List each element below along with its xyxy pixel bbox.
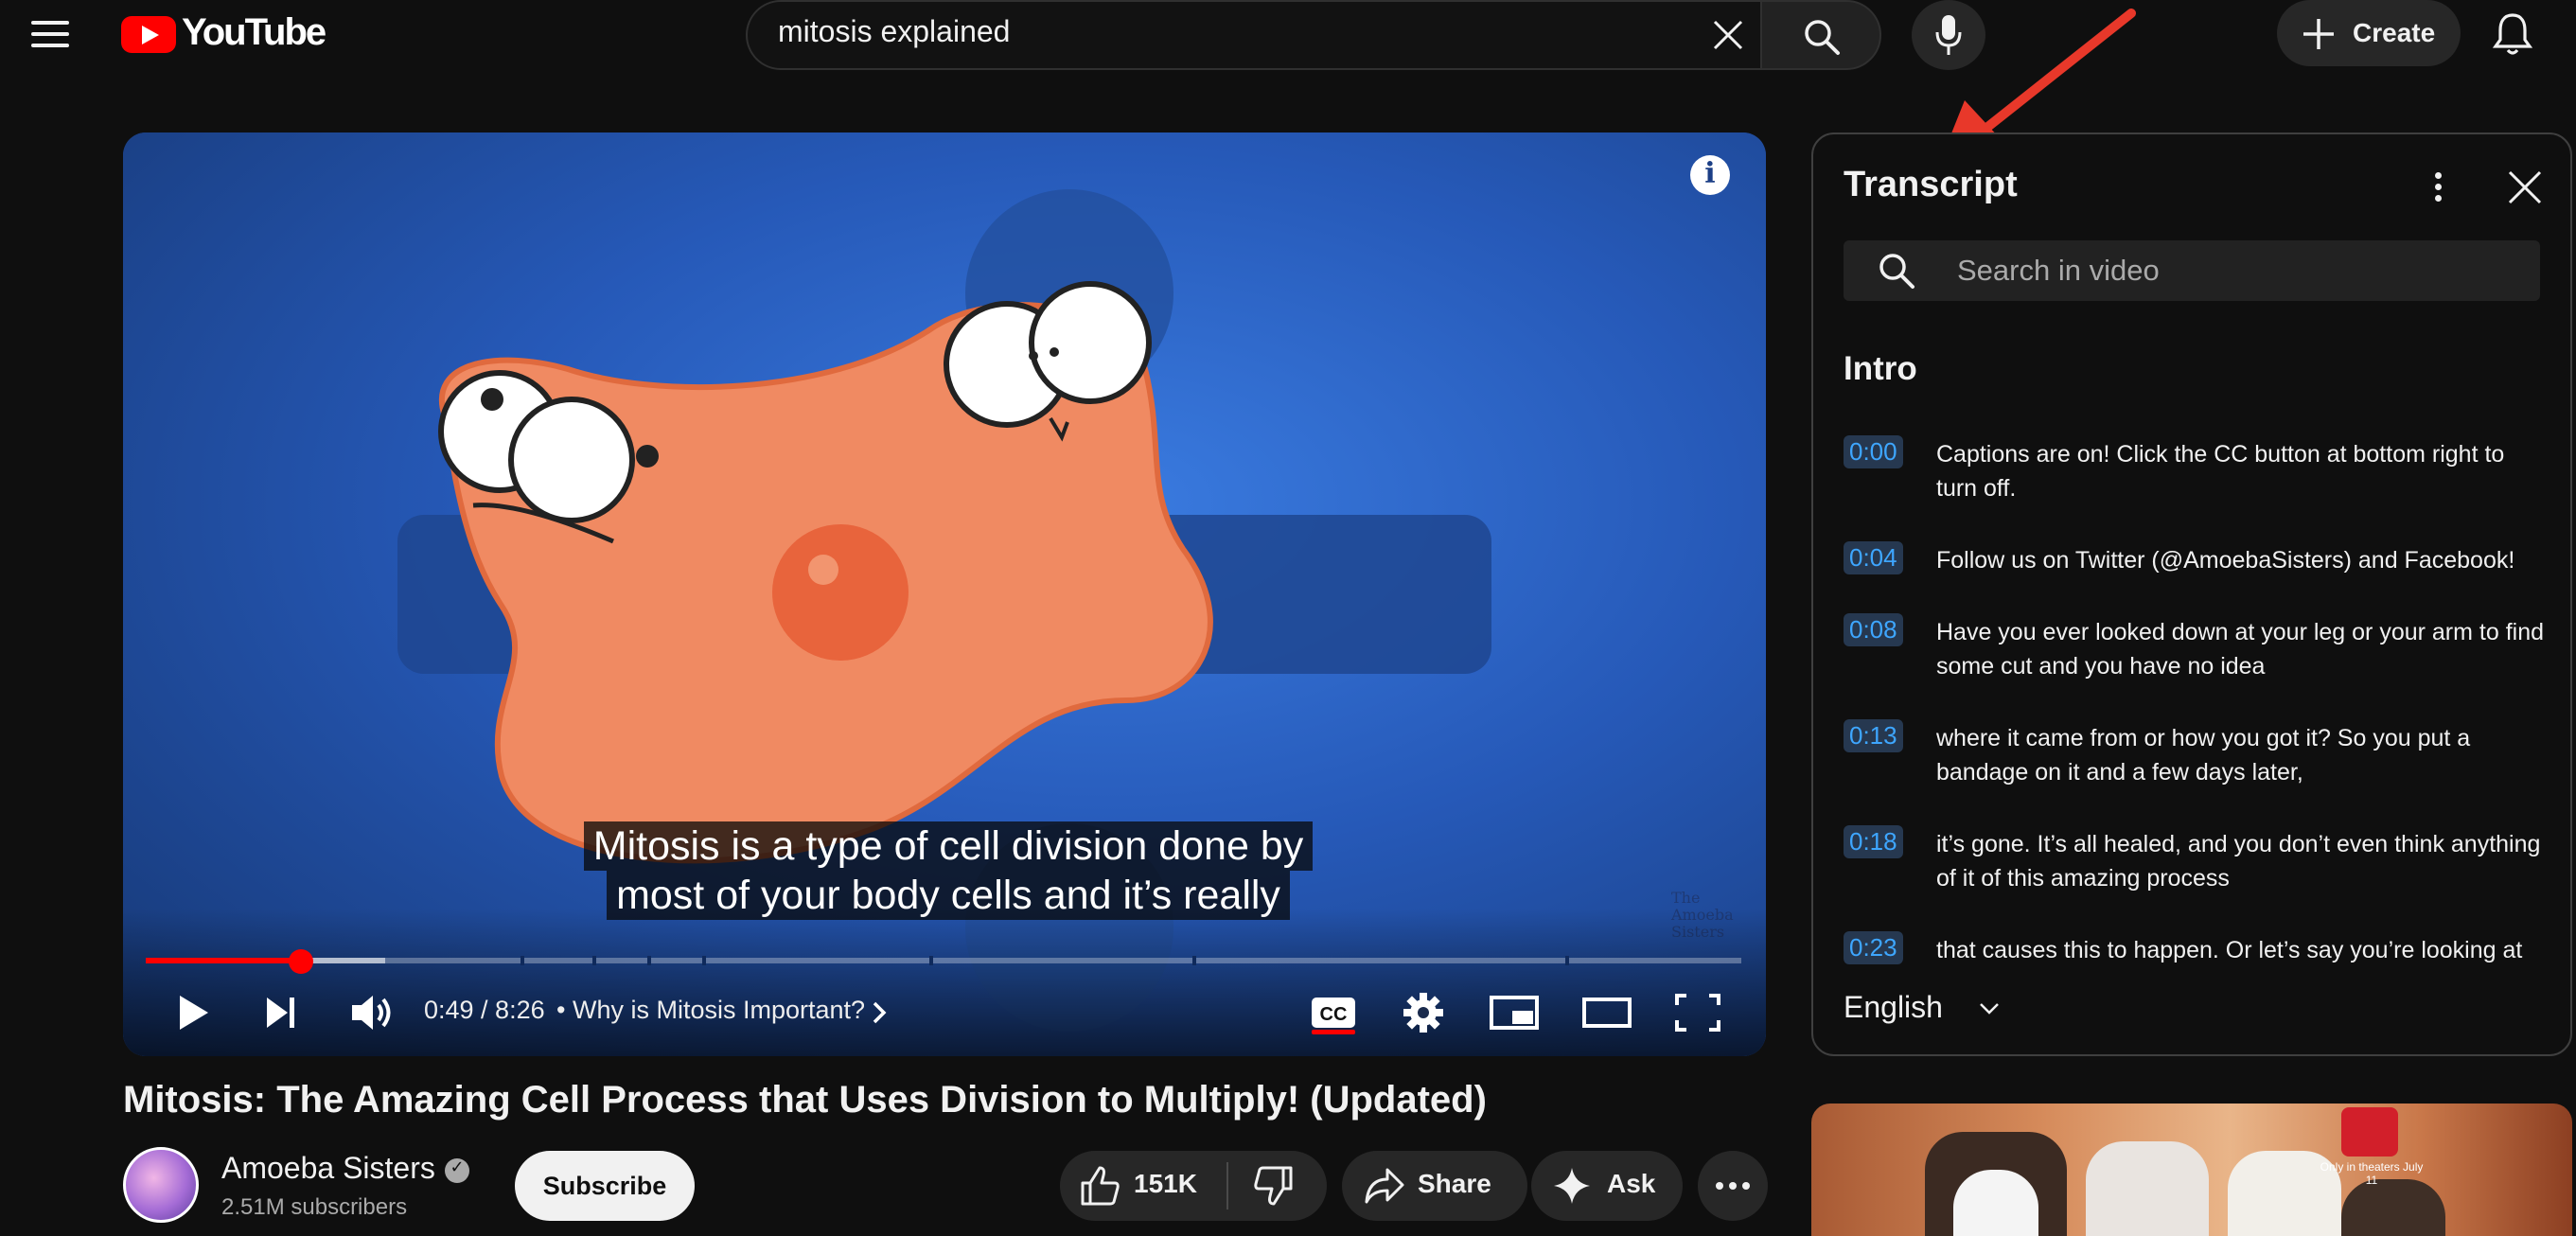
- transcript-search-input[interactable]: [1844, 240, 2540, 301]
- miniplayer-icon: [1490, 996, 1539, 1030]
- thumbnail-figure: [1953, 1170, 2038, 1236]
- next-icon: [267, 998, 294, 1028]
- chapter-marker: [592, 956, 596, 965]
- superman-logo-icon: [2341, 1107, 2398, 1157]
- close-icon[interactable]: [2506, 168, 2544, 206]
- miniplayer-button[interactable]: [1486, 984, 1543, 1041]
- svg-text:CC: CC: [1320, 1004, 1348, 1025]
- segment-timestamp[interactable]: 0:04: [1844, 541, 1903, 574]
- channel-name[interactable]: Amoeba Sisters: [221, 1151, 435, 1186]
- share-icon: [1365, 1168, 1404, 1204]
- segment-timestamp[interactable]: 0:08: [1844, 613, 1903, 646]
- volume-icon: [352, 996, 391, 1030]
- play-button[interactable]: [170, 984, 218, 1041]
- video-player[interactable]: Mitosis is a type of cell division done …: [123, 132, 1766, 1056]
- thumbnail-figure: [2341, 1179, 2445, 1236]
- settings-button[interactable]: [1397, 984, 1450, 1041]
- next-button[interactable]: [257, 984, 305, 1041]
- youtube-logo-icon[interactable]: [121, 16, 176, 53]
- segment-text: Captions are on! Click the CC button at …: [1936, 441, 2505, 502]
- thumbnail-figure: [2086, 1141, 2209, 1236]
- transcript-segment-list[interactable]: 0:00 Captions are on! Click the CC butto…: [1844, 435, 2551, 965]
- segment-text: it’s gone. It’s all healed, and you don’…: [1936, 831, 2541, 892]
- youtube-logo-text[interactable]: YouTube: [182, 11, 326, 54]
- create-button-label: Create: [2353, 18, 2436, 47]
- panel-title: Transcript: [1844, 165, 2018, 204]
- subscribe-button[interactable]: Subscribe: [515, 1151, 695, 1221]
- verified-badge-icon: [445, 1157, 469, 1183]
- thumbs-down-icon[interactable]: [1251, 1164, 1295, 1208]
- segment-timestamp[interactable]: 0:23: [1844, 931, 1903, 964]
- segment-text: Have you ever looked down at your leg or…: [1936, 619, 2545, 680]
- chevron-right-icon[interactable]: [869, 984, 891, 1041]
- search-icon: [1805, 20, 1840, 55]
- chapter-marker: [520, 956, 524, 965]
- thumbs-up-icon[interactable]: [1079, 1164, 1122, 1208]
- fullscreen-button[interactable]: [1669, 984, 1726, 1041]
- search-button[interactable]: [1760, 0, 1881, 70]
- segment-timestamp[interactable]: 0:13: [1844, 719, 1903, 752]
- chapter-marker: [929, 956, 933, 965]
- like-divider: [1226, 1162, 1228, 1210]
- segment-timestamp[interactable]: 0:18: [1844, 825, 1903, 858]
- chapter-marker: [1192, 956, 1196, 965]
- plus-icon: [2300, 15, 2338, 53]
- video-title: Mitosis: The Amazing Cell Process that U…: [123, 1079, 1487, 1121]
- like-count[interactable]: 151K: [1134, 1169, 1197, 1199]
- theater-mode-button[interactable]: [1579, 984, 1635, 1041]
- segment-text: where it came from or how you got it? So…: [1936, 725, 2471, 786]
- fullscreen-icon: [1675, 994, 1720, 1032]
- sparkle-icon: [1554, 1168, 1590, 1204]
- menu-icon[interactable]: [31, 19, 71, 49]
- top-bar: YouTube mitosis explained Create: [0, 0, 2576, 76]
- close-icon[interactable]: [1709, 16, 1747, 54]
- play-icon: [180, 996, 208, 1030]
- subscriber-count: 2.51M subscribers: [221, 1194, 408, 1220]
- scrubber-handle[interactable]: [288, 949, 313, 974]
- chapter-marker: [702, 956, 706, 965]
- chapter-heading: Intro: [1844, 350, 1917, 387]
- mute-button[interactable]: [346, 984, 397, 1041]
- progress-played: [146, 958, 301, 963]
- search-icon: [1878, 252, 1915, 290]
- cc-active-indicator: [1312, 1030, 1355, 1034]
- ask-label: Ask: [1607, 1169, 1656, 1198]
- gear-icon: [1403, 993, 1443, 1033]
- chapter-title[interactable]: • Why is Mitosis Important?: [556, 996, 865, 1025]
- segment-timestamp[interactable]: 0:00: [1844, 435, 1903, 468]
- chapter-marker: [1565, 956, 1569, 965]
- recommended-video-thumbnail[interactable]: [1811, 1104, 2572, 1236]
- avatar[interactable]: [123, 1147, 199, 1223]
- language-select[interactable]: English: [1844, 990, 1943, 1025]
- theater-icon: [1582, 998, 1632, 1028]
- time-display: 0:49 / 8:26: [424, 996, 545, 1024]
- closed-captions: Mitosis is a type of cell division done …: [573, 821, 1323, 920]
- segment-text: Follow us on Twitter (@AmoebaSisters) an…: [1936, 547, 2515, 574]
- search-input-value[interactable]: mitosis explained: [778, 14, 1010, 49]
- caption-line-1: Mitosis is a type of cell division done …: [583, 821, 1314, 871]
- share-label: Share: [1418, 1169, 1491, 1198]
- segment-text: that causes this to happen. Or let’s say…: [1936, 937, 2523, 963]
- transcript-search-placeholder[interactable]: Search in video: [1957, 254, 2160, 288]
- more-horizontal-icon: [1716, 1182, 1750, 1190]
- info-icon[interactable]: [1690, 155, 1730, 195]
- chapter-marker: [647, 956, 651, 965]
- chevron-down-icon[interactable]: [1978, 998, 2001, 1020]
- thumbnail-tagline: Only in theaters July 11: [2320, 1160, 2424, 1187]
- bell-icon[interactable]: [2491, 11, 2534, 57]
- progress-bar[interactable]: [146, 958, 1741, 963]
- more-vertical-icon[interactable]: [2428, 168, 2447, 206]
